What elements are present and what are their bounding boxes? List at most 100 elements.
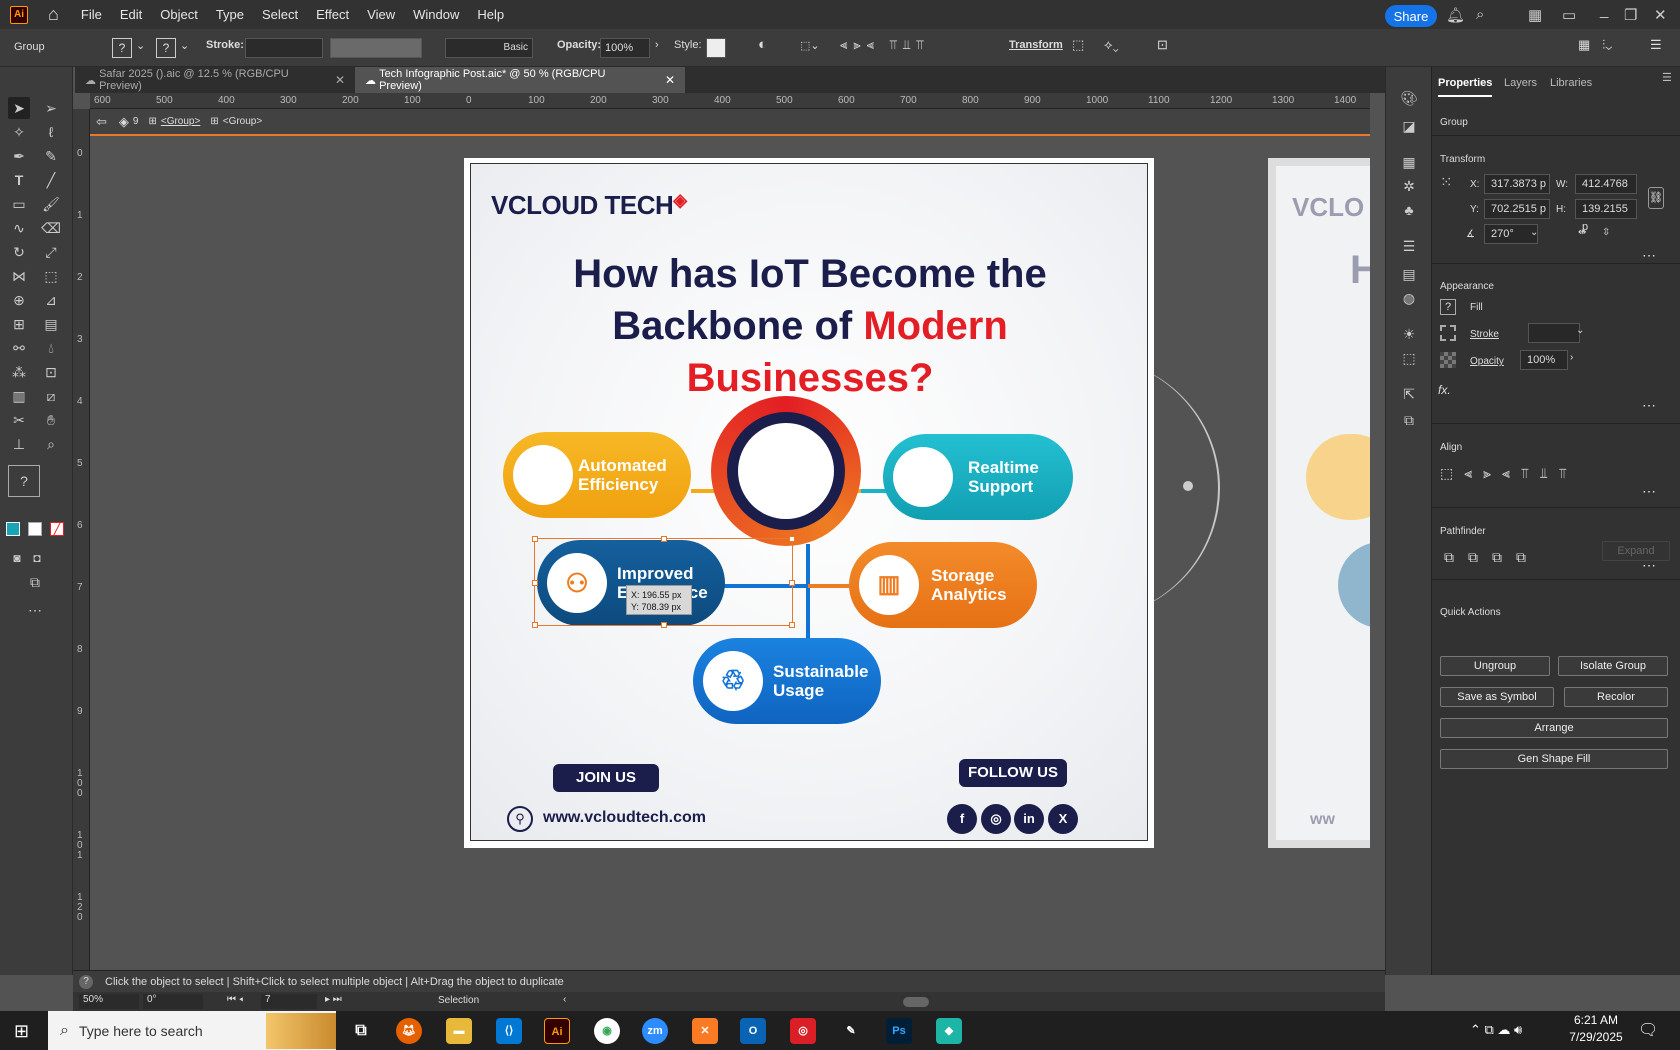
eyedropper-tool-icon[interactable]: 💧︎ bbox=[40, 337, 62, 359]
zoom-select[interactable]: 50% bbox=[79, 994, 139, 1009]
menu-edit[interactable]: Edit bbox=[120, 7, 142, 22]
recolor-button[interactable]: Recolor bbox=[1564, 687, 1668, 707]
zoom-tool-icon[interactable]: ⌕ bbox=[40, 433, 62, 455]
graphic-style-swatch[interactable] bbox=[706, 38, 726, 58]
paintbrush-tool-icon[interactable]: 🖌︎ bbox=[40, 193, 62, 215]
artboard-2[interactable]: VCLO H ww bbox=[1268, 158, 1370, 848]
color-mode-icon[interactable] bbox=[6, 522, 20, 536]
menu-view[interactable]: View bbox=[367, 7, 395, 22]
shape-builder-tool-icon[interactable]: ⊕ bbox=[8, 289, 30, 311]
width-tool-icon[interactable]: ⋈ bbox=[8, 265, 30, 287]
artboard[interactable]: VCLOUD TECH◈ How has IoT Become the Back… bbox=[464, 158, 1154, 848]
direct-selection-tool-icon[interactable]: ➢ bbox=[40, 97, 62, 119]
search-icon[interactable]: ⌕ bbox=[1476, 6, 1484, 23]
color-guide-icon[interactable]: ◪ bbox=[1398, 115, 1420, 137]
stroke-swatch[interactable]: ? bbox=[156, 38, 176, 58]
save-as-symbol-button[interactable]: Save as Symbol bbox=[1440, 687, 1554, 707]
tab-libraries[interactable]: Libraries bbox=[1550, 77, 1592, 89]
appearance-panel-icon[interactable]: ☀ bbox=[1398, 323, 1420, 345]
fill-swatch[interactable]: ? bbox=[1440, 299, 1456, 315]
reference-point-icon[interactable]: ⁙ bbox=[1440, 173, 1453, 191]
close-icon[interactable]: ✕ bbox=[1654, 6, 1667, 24]
hand-tool-icon[interactable]: ✋︎ bbox=[40, 409, 62, 431]
home-icon[interactable]: ⌂ bbox=[48, 4, 59, 25]
gen-shape-fill-button[interactable]: Gen Shape Fill bbox=[1440, 749, 1668, 769]
none-mode-icon[interactable]: ╱ bbox=[50, 522, 64, 536]
next-artboard-icon[interactable]: ▸ ⏭ bbox=[325, 994, 342, 1005]
draw-behind-icon[interactable]: ◘ bbox=[26, 547, 48, 569]
horizontal-ruler[interactable]: 600 500 400 300 200 100 0 100 200 300 400 500 600 700… bbox=[90, 93, 1370, 109]
chevron-down-icon[interactable]: ⌄ bbox=[1576, 325, 1584, 336]
edit-toolbar-icon[interactable]: ⊥ bbox=[8, 433, 30, 455]
close-tab-icon[interactable]: ✕ bbox=[665, 73, 675, 87]
variable-width-select[interactable] bbox=[330, 38, 422, 58]
magic-wand-tool-icon[interactable]: ✧ bbox=[8, 121, 30, 143]
workspace-icon[interactable]: ▦ bbox=[1528, 6, 1542, 24]
knife-tool-icon[interactable]: ✂ bbox=[8, 409, 30, 431]
resize-handle[interactable] bbox=[661, 622, 667, 628]
constrain-proportions-icon[interactable]: ⛓ bbox=[1648, 187, 1664, 209]
stroke-weight-input[interactable] bbox=[245, 38, 323, 58]
align-buttons[interactable]: ⬚⫷⫸⫷⫪⫫⫪ bbox=[1440, 465, 1578, 482]
perspective-grid-tool-icon[interactable]: ⊿ bbox=[40, 289, 62, 311]
menu-help[interactable]: Help bbox=[477, 7, 504, 22]
width-input[interactable]: 412.4768 p bbox=[1575, 174, 1637, 208]
blend-tool-icon[interactable]: ⚯ bbox=[8, 337, 30, 359]
share-button[interactable]: Share bbox=[1385, 5, 1437, 27]
symbols-icon[interactable]: ♣ bbox=[1398, 199, 1420, 221]
xampp-icon[interactable]: ✕ bbox=[692, 1018, 718, 1044]
scale-tool-icon[interactable]: ⤢ bbox=[40, 241, 62, 263]
transparency-panel-icon[interactable]: ◍ bbox=[1398, 287, 1420, 309]
firefox-icon[interactable]: 🦊︎ bbox=[396, 1018, 422, 1044]
app-icon[interactable]: ◆ bbox=[936, 1018, 962, 1044]
vscode-icon[interactable]: ⟨⟩ bbox=[496, 1018, 522, 1044]
transform-link[interactable]: Transform bbox=[1009, 39, 1063, 51]
resize-handle[interactable] bbox=[532, 580, 538, 586]
lasso-tool-icon[interactable]: ℓ bbox=[40, 121, 62, 143]
vertical-ruler[interactable]: 0 1 2 3 4 5 6 7 8 9 1 0 0 1 0 1 1 2 0 bbox=[73, 109, 90, 972]
maximize-icon[interactable]: ❐ bbox=[1624, 6, 1637, 24]
symbol-sprayer-tool-icon[interactable]: ⁂ bbox=[8, 361, 30, 383]
stroke-label[interactable]: Stroke: bbox=[206, 39, 244, 51]
more-tools-icon[interactable]: ⋯ bbox=[24, 599, 46, 621]
flip-horizontal-icon[interactable]: ⇹ bbox=[1578, 227, 1586, 238]
menu-select[interactable]: Select bbox=[262, 7, 298, 22]
help-icon[interactable]: ? bbox=[79, 974, 93, 989]
taskbar-search[interactable]: ⌕ Type here to search bbox=[48, 1011, 336, 1050]
color-panel-icon[interactable]: 🎨︎ bbox=[1398, 87, 1420, 109]
tab-tech-infographic[interactable]: ☁ Tech Infographic Post.aic* @ 50 % (RGB… bbox=[355, 67, 685, 93]
scroll-left-icon[interactable]: ‹ bbox=[563, 994, 566, 1005]
selection-tool-icon[interactable]: ➤ bbox=[8, 97, 30, 119]
rotate-tool-icon[interactable]: ↻ bbox=[8, 241, 30, 263]
swatches-icon[interactable]: ▦ bbox=[1398, 151, 1420, 173]
resize-handle[interactable] bbox=[661, 536, 667, 542]
stroke-swatch[interactable] bbox=[1440, 325, 1456, 341]
recolor-icon[interactable]: ◐ bbox=[758, 36, 767, 53]
brushes-icon[interactable]: ✲ bbox=[1398, 175, 1420, 197]
transform-each-icon[interactable]: ⬚ bbox=[1072, 37, 1084, 53]
tab-properties[interactable]: Properties bbox=[1438, 77, 1493, 97]
chevron-down-icon[interactable]: ⌄ bbox=[136, 39, 145, 52]
curvature-tool-icon[interactable]: ✎ bbox=[40, 145, 62, 167]
align-to-icon[interactable]: ⬚⌄ bbox=[800, 39, 820, 52]
breadcrumb-group-2[interactable]: <Group> bbox=[223, 116, 262, 127]
panel-toggle-icon[interactable]: ▭ bbox=[1562, 6, 1576, 24]
pen-tool-icon[interactable]: ✒ bbox=[8, 145, 30, 167]
expand-button[interactable]: Expand bbox=[1602, 541, 1670, 561]
arrange-documents-icon[interactable]: ▦ bbox=[1578, 37, 1590, 53]
graphic-styles-icon[interactable]: ⬚ bbox=[1398, 347, 1420, 369]
menu-effect[interactable]: Effect bbox=[316, 7, 349, 22]
chevron-down-icon[interactable]: ⌄ bbox=[1530, 227, 1538, 238]
resize-handle[interactable] bbox=[789, 622, 795, 628]
clock[interactable]: 6:21 AM 7/29/2025 bbox=[1565, 1013, 1627, 1044]
fill-color-icon[interactable]: ? bbox=[8, 465, 40, 497]
opacity-input[interactable]: 100% bbox=[600, 38, 650, 58]
tab-safar-2025[interactable]: ☁ Safar 2025 ().aic @ 12.5 % (RGB/CPU Pr… bbox=[75, 67, 355, 93]
brush-select[interactable]: Basic bbox=[445, 38, 533, 58]
more-options-icon[interactable]: ⋯ bbox=[1642, 557, 1656, 574]
bell-icon[interactable]: 🔔︎ bbox=[1446, 6, 1465, 24]
more-options-icon[interactable]: ⋯ bbox=[1642, 397, 1656, 414]
line-tool-icon[interactable]: ╱ bbox=[40, 169, 62, 191]
fx-label[interactable]: fx. bbox=[1438, 383, 1451, 397]
resize-handle[interactable] bbox=[789, 536, 795, 542]
